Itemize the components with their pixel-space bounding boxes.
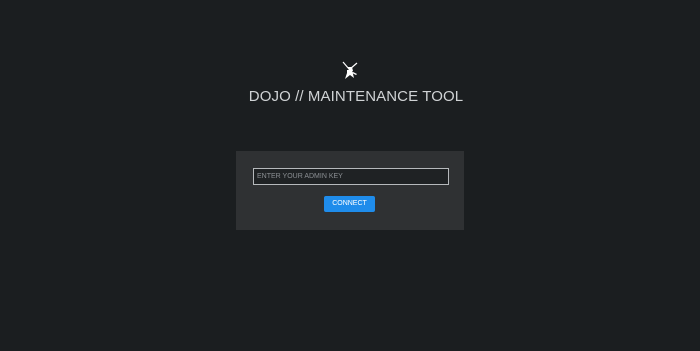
page-title: DOJO // MAINTENANCE TOOL — [248, 88, 464, 105]
login-page: DOJO // MAINTENANCE TOOL CONNECT — [0, 0, 700, 351]
login-panel: CONNECT — [236, 151, 464, 230]
ninja-sword-icon — [338, 58, 362, 82]
connect-button[interactable]: CONNECT — [324, 196, 375, 212]
admin-key-input[interactable] — [253, 168, 449, 185]
